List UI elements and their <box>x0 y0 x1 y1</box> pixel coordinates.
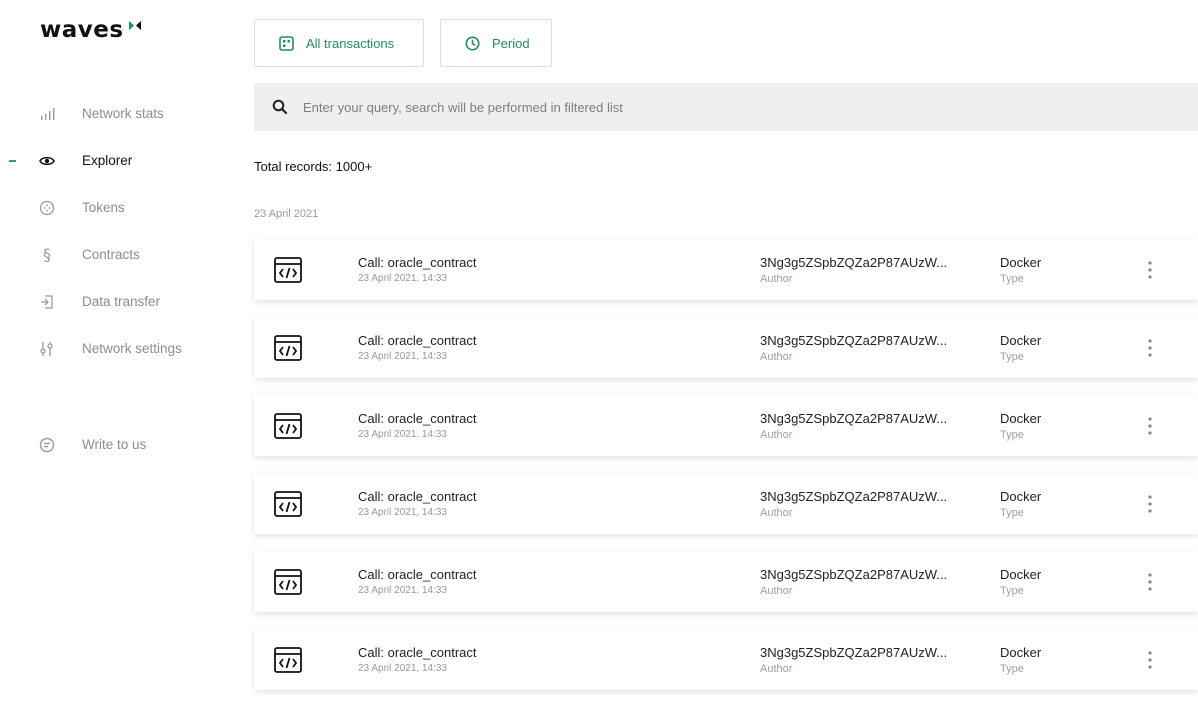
section-icon: § <box>43 245 51 264</box>
code-window-icon <box>273 333 303 363</box>
sidebar-item-network-stats[interactable]: Network stats <box>0 90 230 137</box>
transaction-author: 3Ng3g5ZSpbZQZa2P87AUzW... <box>760 489 948 504</box>
data-transfer-icon <box>37 292 57 312</box>
more-options-icon[interactable] <box>1138 570 1162 594</box>
transaction-row[interactable]: Call: oracle_contract 23 April 2021, 14:… <box>254 473 1198 534</box>
sliders-icon <box>37 339 57 359</box>
more-options-icon[interactable] <box>1138 258 1162 282</box>
date-group-header: 23 April 2021 <box>254 208 319 220</box>
filter-bar: All transactions Period <box>254 19 552 67</box>
transaction-type: Docker <box>1000 645 1042 660</box>
all-transactions-button[interactable]: All transactions <box>254 19 424 67</box>
code-window-icon <box>273 567 303 597</box>
brand-name: waves <box>40 17 124 43</box>
transaction-author: 3Ng3g5ZSpbZQZa2P87AUzW... <box>760 567 948 582</box>
all-transactions-label: All transactions <box>306 35 395 51</box>
sidebar-item-contracts[interactable]: § Contracts <box>0 231 230 278</box>
more-options-icon[interactable] <box>1138 648 1162 672</box>
eye-icon <box>37 151 57 171</box>
transaction-type: Docker <box>1000 333 1042 348</box>
active-indicator <box>9 159 16 162</box>
clock-icon <box>464 35 480 51</box>
transaction-row[interactable]: Call: oracle_contract 23 April 2021, 14:… <box>254 629 1198 690</box>
sidebar-nav: Network stats Explorer Tokens § Contract… <box>0 90 230 372</box>
author-label: Author <box>760 273 793 285</box>
logo[interactable]: waves <box>40 17 141 43</box>
sidebar-item-label: Data transfer <box>82 294 161 309</box>
code-window-icon <box>273 489 303 519</box>
transaction-row[interactable]: Call: oracle_contract 23 April 2021, 14:… <box>254 239 1198 300</box>
code-window-icon <box>273 255 303 285</box>
transaction-type: Docker <box>1000 255 1042 270</box>
search-input[interactable] <box>303 83 1163 131</box>
more-options-icon[interactable] <box>1138 492 1162 516</box>
sidebar: waves Network stats Explorer Tokens § Co… <box>0 0 230 708</box>
transaction-title: Call: oracle_contract <box>358 333 477 348</box>
period-button[interactable]: Period <box>440 19 552 67</box>
author-label: Author <box>760 351 793 363</box>
search-icon <box>272 99 288 115</box>
waves-logo-icon <box>128 17 141 35</box>
type-label: Type <box>1000 585 1024 597</box>
sidebar-item-label: Network stats <box>82 106 164 121</box>
transaction-title: Call: oracle_contract <box>358 645 477 660</box>
type-label: Type <box>1000 273 1024 285</box>
author-label: Author <box>760 429 793 441</box>
author-label: Author <box>760 507 793 519</box>
sidebar-item-tokens[interactable]: Tokens <box>0 184 230 231</box>
transaction-type: Docker <box>1000 567 1042 582</box>
code-window-icon <box>273 645 303 675</box>
transaction-row[interactable]: Call: oracle_contract 23 April 2021, 14:… <box>254 551 1198 612</box>
transaction-author: 3Ng3g5ZSpbZQZa2P87AUzW... <box>760 333 948 348</box>
sidebar-item-label: Contracts <box>82 247 140 262</box>
transaction-author: 3Ng3g5ZSpbZQZa2P87AUzW... <box>760 255 948 270</box>
grid-icon <box>278 35 294 51</box>
code-window-icon <box>273 411 303 441</box>
sidebar-item-explorer[interactable]: Explorer <box>0 137 230 184</box>
transaction-row[interactable]: Call: oracle_contract 23 April 2021, 14:… <box>254 317 1198 378</box>
write-to-us-label: Write to us <box>82 437 147 452</box>
transaction-title: Call: oracle_contract <box>358 489 477 504</box>
sidebar-item-network-settings[interactable]: Network settings <box>0 325 230 372</box>
author-label: Author <box>760 663 793 675</box>
transaction-date: 23 April 2021, 14:33 <box>358 273 447 284</box>
transaction-title: Call: oracle_contract <box>358 255 477 270</box>
transaction-type: Docker <box>1000 411 1042 426</box>
sidebar-item-label: Network settings <box>82 341 182 356</box>
type-label: Type <box>1000 351 1024 363</box>
transaction-title: Call: oracle_contract <box>358 567 477 582</box>
transaction-date: 23 April 2021, 14:33 <box>358 351 447 362</box>
transaction-list: Call: oracle_contract 23 April 2021, 14:… <box>254 239 1198 707</box>
type-label: Type <box>1000 429 1024 441</box>
sidebar-item-label: Tokens <box>82 200 125 215</box>
transaction-date: 23 April 2021, 14:33 <box>358 429 447 440</box>
write-to-us-link[interactable]: Write to us <box>0 421 230 468</box>
token-icon <box>37 198 57 218</box>
search-bar <box>254 83 1198 131</box>
transaction-type: Docker <box>1000 489 1042 504</box>
more-options-icon[interactable] <box>1138 414 1162 438</box>
sidebar-item-label: Explorer <box>82 153 133 168</box>
chat-icon <box>37 435 57 455</box>
transaction-date: 23 April 2021, 14:33 <box>358 663 447 674</box>
bar-chart-icon <box>37 104 57 124</box>
transaction-author: 3Ng3g5ZSpbZQZa2P87AUzW... <box>760 645 948 660</box>
transaction-title: Call: oracle_contract <box>358 411 477 426</box>
transaction-date: 23 April 2021, 14:33 <box>358 507 447 518</box>
type-label: Type <box>1000 507 1024 519</box>
more-options-icon[interactable] <box>1138 336 1162 360</box>
transaction-date: 23 April 2021, 14:33 <box>358 585 447 596</box>
total-records: Total records: 1000+ <box>254 159 373 174</box>
transaction-row[interactable]: Call: oracle_contract 23 April 2021, 14:… <box>254 395 1198 456</box>
type-label: Type <box>1000 663 1024 675</box>
sidebar-item-data-transfer[interactable]: Data transfer <box>0 278 230 325</box>
author-label: Author <box>760 585 793 597</box>
period-label: Period <box>492 35 530 51</box>
transaction-author: 3Ng3g5ZSpbZQZa2P87AUzW... <box>760 411 948 426</box>
